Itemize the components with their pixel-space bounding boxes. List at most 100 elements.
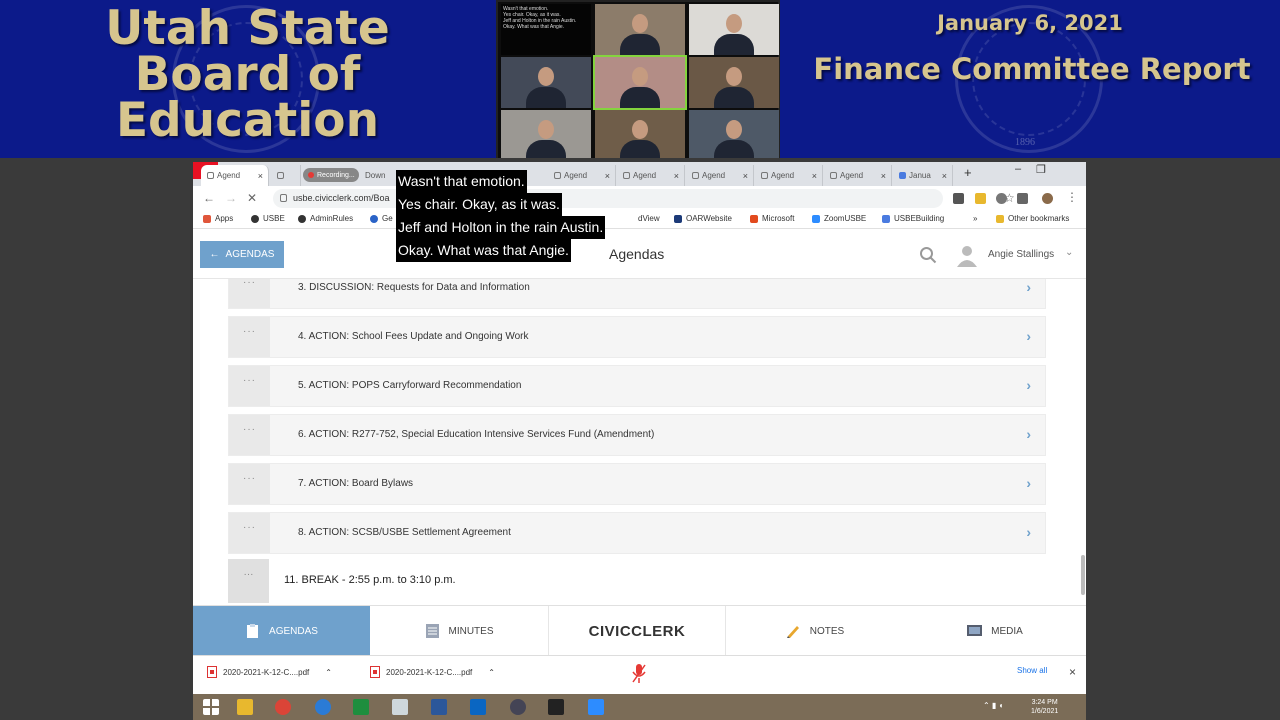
more-menu-icon[interactable]: ⋮ [1066, 190, 1078, 204]
chevron-right-icon[interactable]: › [1026, 328, 1031, 344]
bookmark-ge[interactable]: Ge [370, 214, 393, 223]
chevron-right-icon[interactable]: › [1026, 426, 1031, 442]
agenda-item[interactable]: ··· 7. ACTION: Board Bylaws › [228, 463, 1046, 505]
agenda-item[interactable]: ··· 4. ACTION: School Fees Update and On… [228, 316, 1046, 358]
bookmark-apps[interactable]: Apps [203, 214, 233, 223]
browser-tab[interactable]: Agend × [824, 165, 892, 186]
bookmark-other[interactable]: Other bookmarks [996, 214, 1069, 223]
nav-tab-notes[interactable]: NOTES [726, 606, 904, 656]
tab-close-icon[interactable]: × [605, 171, 610, 181]
agenda-item[interactable]: ··· 5. ACTION: POPS Carryforward Recomme… [228, 365, 1046, 407]
chevron-down-icon[interactable]: ⌄ [1065, 247, 1073, 258]
browser-tab[interactable]: Agend × [755, 165, 823, 186]
browser-tab[interactable]: Agend × [686, 165, 754, 186]
restore-icon[interactable]: ❐ [1036, 163, 1046, 176]
document-icon[interactable] [392, 699, 408, 715]
drag-handle-icon[interactable]: ··· [229, 415, 270, 455]
browser-tab[interactable] [271, 165, 301, 186]
chevron-right-icon[interactable]: › [1026, 475, 1031, 491]
close-icon[interactable]: × [1069, 665, 1076, 679]
caption-line: Jeff and Holton in the rain Austin. [396, 216, 606, 239]
scrollbar-thumb[interactable] [1081, 555, 1085, 595]
tab-close-icon[interactable]: × [942, 171, 947, 181]
tab-close-icon[interactable]: × [258, 171, 263, 181]
extension-icon[interactable] [953, 193, 964, 204]
report-title: Finance Committee Report [813, 52, 1251, 86]
recording-indicator[interactable]: Recording... [303, 168, 359, 182]
new-tab-button[interactable]: + [964, 165, 972, 180]
clipboard-icon [247, 624, 259, 638]
settings-app-icon[interactable] [510, 699, 526, 715]
agendas-back-button[interactable]: ← AGENDAS [200, 241, 284, 268]
user-avatar-icon[interactable] [955, 243, 979, 267]
acrobat-icon[interactable] [548, 699, 564, 715]
extension-icon[interactable] [996, 193, 1007, 204]
nav-tab-minutes[interactable]: MINUTES [370, 606, 548, 656]
address-bar[interactable]: usbe.civicclerk.com/Boa ☆ [273, 189, 1015, 208]
user-name[interactable]: Angie Stallings [988, 249, 1054, 260]
search-icon[interactable] [919, 246, 937, 264]
stop-loading-icon[interactable]: ✕ [247, 191, 257, 205]
edge-icon[interactable] [315, 699, 331, 715]
tab-close-icon[interactable]: × [812, 171, 817, 181]
chevron-right-icon[interactable]: › [1026, 279, 1031, 295]
page-title: Agendas [609, 246, 665, 262]
chrome-icon[interactable] [275, 699, 291, 715]
drag-handle-icon[interactable]: ··· [229, 279, 270, 308]
show-all-downloads-button[interactable]: Show all [1017, 666, 1047, 675]
drag-handle-icon[interactable]: ··· [228, 559, 269, 603]
tab-close-icon[interactable]: × [881, 171, 886, 181]
chevron-up-icon[interactable]: ⌃ [325, 668, 332, 677]
bookmark-adminrules[interactable]: AdminRules [298, 214, 353, 223]
bookmarks-overflow-icon[interactable]: » [973, 214, 977, 223]
bookmark-zoomusbe[interactable]: ZoomUSBE [812, 214, 866, 223]
browser-tab[interactable]: Down [359, 165, 389, 186]
chevron-right-icon[interactable]: › [1026, 377, 1031, 393]
agenda-item[interactable]: ··· 6. ACTION: R277-752, Special Educati… [228, 414, 1046, 456]
bookmark-oarwebsite[interactable]: OARWebsite [674, 214, 732, 223]
bookmark-dview[interactable]: dView [638, 214, 660, 223]
browser-tab[interactable]: Agend × [617, 165, 685, 186]
agenda-item[interactable]: ··· 3. DISCUSSION: Requests for Data and… [228, 279, 1046, 309]
agenda-list: ··· 3. DISCUSSION: Requests for Data and… [193, 279, 1086, 621]
page-header: ← AGENDAS Agendas Angie Stallings ⌄ [193, 229, 1086, 279]
microphone-muted-icon[interactable] [631, 663, 647, 685]
nav-tab-media[interactable]: MEDIA [904, 606, 1086, 656]
puzzle-icon[interactable] [1017, 193, 1028, 204]
bookmark-usbebuilding[interactable]: USBEBuilding [882, 214, 944, 223]
page-icon [623, 172, 630, 179]
download-file-name: 2020-2021-K-12-C....pdf [386, 667, 473, 677]
bookmark-microsoft[interactable]: Microsoft [750, 214, 794, 223]
bookmark-usbe[interactable]: USBE [251, 214, 285, 223]
drag-handle-icon[interactable]: ··· [229, 317, 270, 357]
browser-tab[interactable]: Janua × [893, 165, 953, 186]
zoom-icon[interactable] [588, 699, 604, 715]
word-icon[interactable] [431, 699, 447, 715]
forward-arrow-icon[interactable]: → [225, 191, 237, 205]
tab-close-icon[interactable]: × [743, 171, 748, 181]
back-arrow-icon[interactable]: ← [203, 191, 215, 205]
taskbar-clock[interactable]: 3:24 PM 1/6/2021 [1031, 698, 1058, 716]
extension-icon[interactable] [975, 193, 986, 204]
outlook-icon[interactable] [470, 699, 486, 715]
windows-taskbar: ⌃ ▮ ◖ 3:24 PM 1/6/2021 [193, 694, 1086, 720]
profile-avatar-icon[interactable] [1042, 193, 1053, 204]
windows-start-icon[interactable] [203, 699, 219, 715]
minimize-icon[interactable]: – [1015, 163, 1021, 175]
download-item[interactable]: 2020-2021-K-12-C....pdf ⌃ [207, 666, 332, 678]
nav-tab-agendas[interactable]: AGENDAS [193, 606, 370, 656]
tab-strip: Agend × Recording... Down Agend × Agend … [193, 162, 1086, 186]
agenda-break-item[interactable]: ··· 11. BREAK - 2:55 p.m. to 3:10 p.m. [228, 559, 1046, 603]
system-tray-icons[interactable]: ⌃ ▮ ◖ [983, 701, 1003, 710]
chevron-right-icon[interactable]: › [1026, 524, 1031, 540]
agenda-item[interactable]: ··· 8. ACTION: SCSB/USBE Settlement Agre… [228, 512, 1046, 554]
drag-handle-icon[interactable]: ··· [229, 513, 270, 553]
file-explorer-icon[interactable] [237, 699, 253, 715]
browser-tab[interactable]: Agend × [201, 165, 269, 186]
tab-close-icon[interactable]: × [674, 171, 679, 181]
excel-icon[interactable] [353, 699, 369, 715]
drag-handle-icon[interactable]: ··· [229, 366, 270, 406]
chevron-up-icon[interactable]: ⌃ [488, 668, 495, 677]
download-item[interactable]: 2020-2021-K-12-C....pdf ⌃ [370, 666, 495, 678]
drag-handle-icon[interactable]: ··· [229, 464, 270, 504]
